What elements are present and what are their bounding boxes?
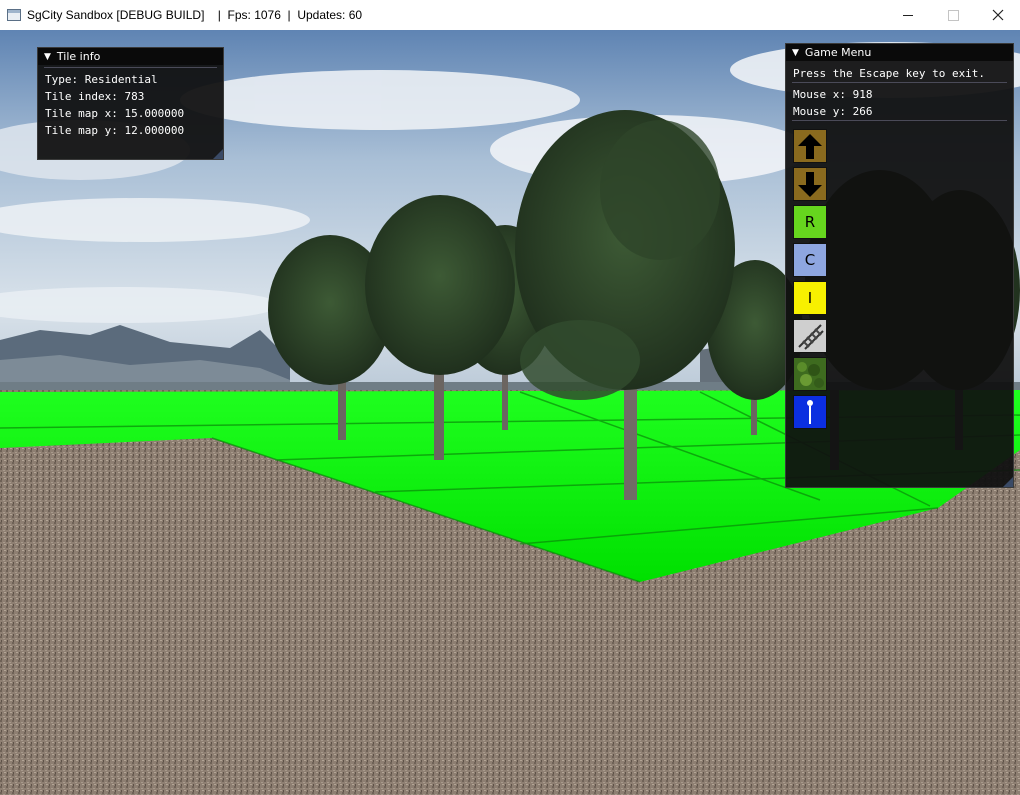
- tile-index-text: Tile index: 783: [45, 90, 145, 103]
- lower-terrain-button[interactable]: [793, 167, 827, 201]
- game-viewport[interactable]: ▼ Tile info Type: Residential Tile index…: [0, 30, 1020, 795]
- road-tool-button[interactable]: [793, 319, 827, 353]
- close-button[interactable]: [975, 0, 1020, 30]
- road-icon: [798, 324, 824, 350]
- residential-zone-button[interactable]: R: [793, 205, 827, 239]
- resize-grip[interactable]: [213, 149, 223, 159]
- trees-icon: [794, 358, 826, 390]
- game-menu-title: Game Menu: [804, 46, 872, 59]
- resize-grip[interactable]: [1003, 477, 1013, 487]
- tile-info-panel[interactable]: ▼ Tile info Type: Residential Tile index…: [37, 47, 224, 160]
- tile-map-x-text: Tile map x: 15.000000: [45, 107, 185, 120]
- app-window-icon: [7, 9, 21, 21]
- tile-type-text: Type: Residential: [45, 73, 158, 86]
- maximize-icon: [947, 9, 959, 21]
- game-menu-titlebar[interactable]: ▼ Game Menu: [786, 44, 1013, 61]
- maximize-button[interactable]: [930, 0, 976, 30]
- separator: [792, 120, 1007, 121]
- window-title: SgCity Sandbox [DEBUG BUILD] | Fps: 1076…: [27, 8, 363, 22]
- mouse-y-text: Mouse y: 266: [793, 105, 873, 118]
- info-pin-icon: [807, 400, 813, 424]
- info-tool-button[interactable]: [793, 395, 827, 429]
- tile-info-titlebar[interactable]: ▼ Tile info: [38, 48, 223, 65]
- raise-terrain-button[interactable]: [793, 129, 827, 163]
- arrow-down-icon: [798, 172, 822, 197]
- tile-map-y-text: Tile map y: 12.000000: [45, 124, 185, 137]
- tile-info-title: Tile info: [56, 50, 101, 63]
- trees-tool-button[interactable]: [793, 357, 827, 391]
- collapse-triangle-icon[interactable]: ▼: [44, 52, 51, 62]
- residential-label: R: [804, 213, 816, 231]
- commercial-zone-button[interactable]: C: [793, 243, 827, 277]
- minimize-icon: [903, 14, 913, 16]
- industrial-label: I: [807, 289, 813, 307]
- exit-hint-text: Press the Escape key to exit.: [793, 67, 986, 80]
- collapse-triangle-icon[interactable]: ▼: [792, 48, 799, 58]
- industrial-zone-button[interactable]: I: [793, 281, 827, 315]
- arrow-up-icon: [798, 134, 822, 159]
- commercial-label: C: [804, 251, 816, 269]
- window-titlebar: SgCity Sandbox [DEBUG BUILD] | Fps: 1076…: [0, 0, 1020, 30]
- close-icon: [992, 9, 1004, 21]
- minimize-button[interactable]: [885, 0, 931, 30]
- game-menu-panel[interactable]: ▼ Game Menu Press the Escape key to exit…: [785, 43, 1014, 488]
- mouse-x-text: Mouse x: 918: [793, 88, 873, 101]
